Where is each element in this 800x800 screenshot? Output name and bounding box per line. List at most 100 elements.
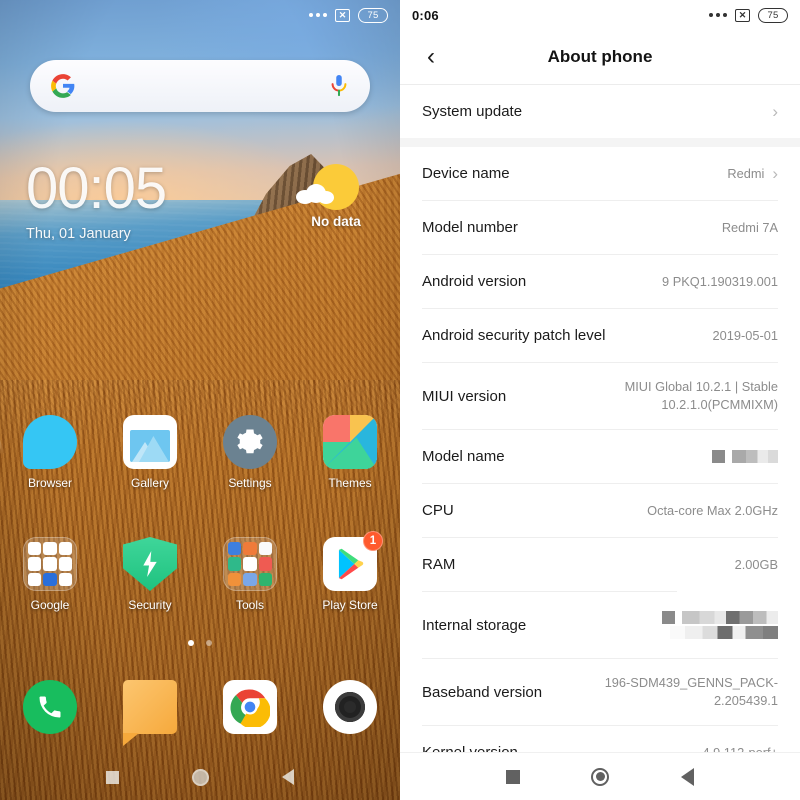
app-icon-tools-folder[interactable]: Tools: [200, 537, 300, 612]
weather-widget[interactable]: No data: [290, 162, 382, 229]
app-label: Tools: [235, 598, 264, 612]
dock-icon-phone[interactable]: [0, 680, 100, 734]
camera-icon: [323, 680, 377, 734]
about-settings-list: System update › Device name Redmi › Mode…: [400, 85, 800, 780]
dual-phone-screenshot: ✕ 75 00:05 Thu, 01 January No data Brows…: [0, 0, 800, 800]
list-item-label: CPU: [422, 502, 454, 519]
security-shield-icon: [123, 537, 177, 591]
list-item-label: Device name: [422, 165, 510, 182]
list-item-value: MIUI Global 10.2.1 | Stable 10.2.1.0(PCM…: [624, 379, 778, 412]
app-label: Play Store: [322, 598, 378, 612]
list-item-value: Redmi: [727, 165, 765, 181]
overflow-dots-icon: [309, 13, 327, 17]
app-icon-gallery[interactable]: Gallery: [100, 415, 200, 490]
back-chevron-icon[interactable]: ‹: [414, 40, 448, 74]
home-dock: [0, 680, 400, 734]
no-sim-icon: ✕: [735, 8, 750, 22]
dock-icon-messages[interactable]: [100, 680, 200, 734]
list-item-device-name[interactable]: Device name Redmi ›: [400, 147, 800, 200]
redacted-value: [712, 450, 778, 463]
clock-date: Thu, 01 January: [26, 226, 131, 242]
list-item-android-security-patch-level[interactable]: Android security patch level 2019-05-01: [400, 309, 800, 362]
list-item-android-version[interactable]: Android version 9 PKQ1.190319.001: [400, 255, 800, 308]
about-app-bar: ‹ About phone: [400, 30, 800, 84]
list-item-label: Model number: [422, 219, 518, 236]
list-item-system-update[interactable]: System update ›: [400, 85, 800, 138]
page-indicator[interactable]: [0, 640, 400, 646]
dock-icon-chrome[interactable]: [200, 680, 300, 734]
page-dot-active[interactable]: [188, 640, 194, 646]
recents-square-icon[interactable]: [505, 769, 520, 784]
overflow-dots-icon: [709, 13, 727, 17]
app-label: Browser: [27, 476, 72, 490]
home-navigation-bar: [0, 754, 400, 800]
app-icon-browser[interactable]: Browser: [0, 415, 100, 490]
app-label: Settings: [228, 476, 272, 490]
microphone-icon[interactable]: [328, 74, 350, 98]
chevron-right-icon: ›: [772, 102, 778, 121]
app-icon-google-folder[interactable]: Google: [0, 537, 100, 612]
list-item-model-number[interactable]: Model number Redmi 7A: [400, 201, 800, 254]
home-status-bar: ✕ 75: [0, 0, 400, 30]
about-navigation-bar: [400, 752, 800, 800]
page-title: About phone: [547, 47, 653, 66]
list-item-label: Android version: [422, 273, 527, 290]
home-circle-icon[interactable]: [591, 767, 610, 786]
no-sim-icon: ✕: [335, 8, 350, 22]
page-dot[interactable]: [206, 640, 212, 646]
clock-time: 00:05: [26, 156, 167, 221]
app-label: Google: [30, 598, 70, 612]
settings-gear-icon: [223, 415, 277, 469]
back-triangle-icon[interactable]: [281, 769, 294, 785]
home-circle-icon[interactable]: [191, 768, 209, 786]
list-item-label: Android security patch level: [422, 327, 606, 344]
clock-widget[interactable]: 00:05 Thu, 01 January: [26, 156, 167, 243]
app-icon-security[interactable]: Security: [100, 537, 200, 612]
dock-icon-camera[interactable]: [300, 680, 400, 734]
play-store-badge: 1: [363, 531, 383, 551]
app-icon-play-store[interactable]: 1 Play Store: [300, 531, 400, 612]
list-item-label: Model name: [422, 448, 505, 465]
sun-behind-cloud-icon: [290, 162, 382, 214]
no-sim-glyph: ✕: [338, 9, 347, 20]
about-phone-panel: 0:06 ✕ 75 ‹ About phone System update › …: [400, 0, 800, 800]
cloud-shape: [296, 184, 336, 204]
weather-status-text: No data: [311, 214, 361, 229]
app-icon-settings[interactable]: Settings: [200, 415, 300, 490]
list-item-label: Baseband version: [422, 683, 543, 701]
battery-indicator: 75: [358, 7, 388, 23]
list-item-label: MIUI version: [422, 387, 507, 405]
list-item-label: System update: [422, 103, 523, 120]
list-item-value: 2.00GB: [734, 556, 778, 572]
list-item-model-name[interactable]: Model name: [400, 430, 800, 483]
status-bar-clock: 0:06: [412, 7, 439, 23]
recents-square-icon[interactable]: [106, 770, 120, 784]
browser-icon: [23, 415, 77, 469]
list-item-internal-storage[interactable]: Internal storage: [400, 592, 800, 658]
back-triangle-icon[interactable]: [681, 767, 695, 786]
list-item-baseband-version[interactable]: Baseband version 196-SDM439_GENNS_PACK-2…: [400, 659, 800, 725]
list-item-cpu[interactable]: CPU Octa-core Max 2.0GHz: [400, 484, 800, 537]
app-icon-themes[interactable]: Themes: [300, 415, 400, 490]
battery-indicator: 75: [758, 7, 788, 23]
list-item-ram[interactable]: RAM 2.00GB: [400, 538, 800, 591]
google-search-bar[interactable]: [30, 60, 370, 112]
gallery-icon: [123, 415, 177, 469]
about-status-bar: 0:06 ✕ 75: [400, 0, 800, 30]
chevron-right-icon: ›: [772, 164, 778, 183]
list-item-value: 2019-05-01: [712, 327, 778, 343]
no-sim-glyph: ✕: [738, 9, 747, 20]
chrome-icon: [223, 680, 277, 734]
section-separator: [400, 138, 800, 147]
app-grid-row-2: Google Security Tools 1 Play Store: [0, 531, 400, 612]
play-store-icon: 1: [323, 531, 383, 591]
list-item-label: RAM: [422, 556, 456, 573]
app-label: Security: [128, 598, 172, 612]
list-item-value: 196-SDM439_GENNS_PACK-2.205439.1: [604, 675, 778, 708]
home-screen-panel: ✕ 75 00:05 Thu, 01 January No data Brows…: [0, 0, 400, 800]
google-g-icon: [50, 73, 76, 99]
list-item-value: Octa-core Max 2.0GHz: [647, 502, 778, 518]
app-label: Themes: [328, 476, 372, 490]
list-item-miui-version[interactable]: MIUI version MIUI Global 10.2.1 | Stable…: [400, 363, 800, 429]
google-folder-icon: [23, 537, 77, 591]
